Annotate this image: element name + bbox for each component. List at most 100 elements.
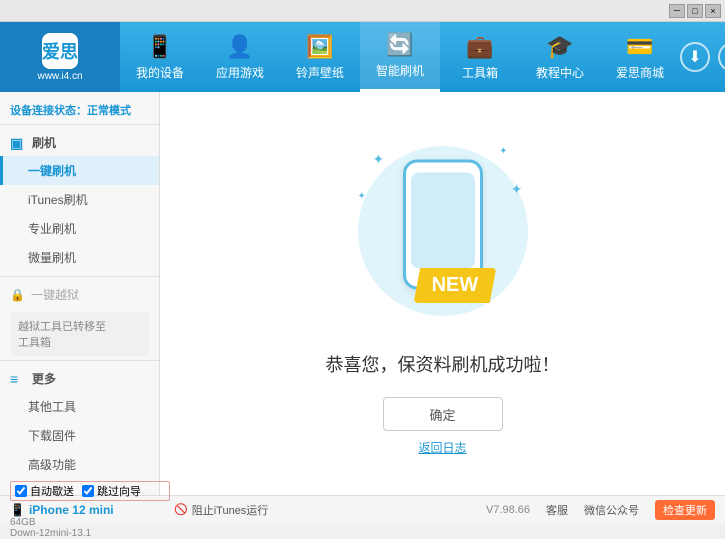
star-2: ✦ xyxy=(499,146,507,157)
nav-item-my-device[interactable]: 📱 我的设备 xyxy=(120,22,200,92)
bottom-bar: 自动歇送 跳过向导 📱 iPhone 12 mini 64GB Down-12m… xyxy=(0,495,725,523)
new-badge: NEW xyxy=(414,268,497,303)
download-firmware-label: 下载固件 xyxy=(28,429,76,443)
tutorial-icon: 🎓 xyxy=(546,34,573,60)
nav-item-label-shop: 爱思商城 xyxy=(616,64,664,81)
status-value: 正常模式 xyxy=(87,105,131,117)
sidebar-section-flash: ▣ 刷机 xyxy=(0,129,159,156)
version-text: V7.98.66 xyxy=(486,504,530,516)
back-link[interactable]: 返回日志 xyxy=(418,439,466,456)
sidebar-divider-1 xyxy=(0,276,159,277)
skip-wizard-input[interactable] xyxy=(82,485,94,497)
nav-item-label-ringtone: 铃声壁纸 xyxy=(296,64,344,81)
logo-icon: 爱思 xyxy=(42,33,78,69)
star-4: ✦ xyxy=(511,181,523,198)
check-update-btn[interactable]: 检查更新 xyxy=(655,500,715,520)
other-tools-label: 其他工具 xyxy=(28,400,76,414)
flash-section-label: 刷机 xyxy=(32,134,56,151)
notice-text: 越狱工具已转移至工具箱 xyxy=(18,321,106,349)
status-label: 设备连接状态： xyxy=(10,105,87,117)
download-btn[interactable]: ⬇ xyxy=(680,42,710,72)
itunes-stop-icon: 🚫 xyxy=(174,503,188,516)
phone-screen xyxy=(411,173,475,269)
nav-item-apps-games[interactable]: 👤 应用游戏 xyxy=(200,22,280,92)
title-bar-controls[interactable]: － □ × xyxy=(669,4,721,18)
checkboxes-container: 自动歇送 跳过向导 xyxy=(10,481,170,501)
nav-item-label-my-device: 我的设备 xyxy=(136,64,184,81)
sidebar-item-itunes-flash[interactable]: iTunes刷机 xyxy=(0,185,159,214)
bottom-right: V7.98.66 客服 微信公众号 检查更新 xyxy=(486,500,715,520)
my-device-icon: 📱 xyxy=(146,34,173,60)
ringtone-icon: 🖼️ xyxy=(306,34,333,60)
minimize-btn[interactable]: － xyxy=(669,4,685,18)
star-3: ✦ xyxy=(358,191,366,202)
device-info: 📱 iPhone 12 mini 64GB Down-12mini-13.1 xyxy=(10,503,170,539)
sidebar: 设备连接状态：正常模式 ▣ 刷机 一键刷机 iTunes刷机 专业刷机 微量刷机… xyxy=(0,92,160,495)
sidebar-item-advanced[interactable]: 高级功能 xyxy=(0,450,159,479)
nav-item-label-toolbox: 工具箱 xyxy=(462,64,498,81)
sidebar-item-other-tools[interactable]: 其他工具 xyxy=(0,392,159,421)
nav-item-smart-shop[interactable]: 🔄 智能刷机 xyxy=(360,22,440,92)
smart-shop-icon: 🔄 xyxy=(386,32,413,58)
flash-section-icon: ▣ xyxy=(10,135,26,151)
shop-icon: 💳 xyxy=(626,34,653,60)
lock-icon: 🔒 xyxy=(10,288,25,302)
bottom-left-section: 自动歇送 跳过向导 📱 iPhone 12 mini 64GB Down-12m… xyxy=(10,481,170,539)
title-bar: － □ × xyxy=(0,0,725,22)
nav-items: 📱 我的设备 👤 应用游戏 🖼️ 铃声壁纸 🔄 智能刷机 💼 工具箱 🎓 教程中… xyxy=(120,22,680,92)
success-illustration: ✦ ✦ ✦ ✦ NEW xyxy=(343,131,543,331)
success-title: 恭喜您，保资料刷机成功啦！ xyxy=(326,351,560,377)
itunes-notice-text: 阻止iTunes运行 xyxy=(192,502,269,518)
confirm-button[interactable]: 确定 xyxy=(383,397,503,431)
customer-service-link[interactable]: 客服 xyxy=(546,502,568,518)
nav-item-toolbox[interactable]: 💼 工具箱 xyxy=(440,22,520,92)
device-name: 📱 iPhone 12 mini xyxy=(10,503,170,517)
pro-flash-label: 专业刷机 xyxy=(28,222,76,236)
sidebar-notice-jailbreak: 越狱工具已转移至工具箱 xyxy=(10,312,149,356)
auto-close-checkbox[interactable]: 自动歇送 xyxy=(15,483,74,499)
device-firmware: Down-12mini-13.1 xyxy=(10,528,170,539)
device-name-text: iPhone 12 mini xyxy=(29,503,114,517)
advanced-label: 高级功能 xyxy=(28,458,76,472)
nav-item-label-tutorial: 教程中心 xyxy=(536,64,584,81)
sidebar-item-micro-flash[interactable]: 微量刷机 xyxy=(0,243,159,272)
logo-area: 爱思 www.i4.cn xyxy=(0,22,120,92)
user-btn[interactable]: 👤 xyxy=(718,42,725,72)
sidebar-section-more: ≡ 更多 xyxy=(0,365,159,392)
micro-flash-label: 微量刷机 xyxy=(28,251,76,265)
auto-close-input[interactable] xyxy=(15,485,27,497)
locked-label: 一键越狱 xyxy=(31,286,79,303)
device-icon: 📱 xyxy=(10,503,25,517)
main-content: ✦ ✦ ✦ ✦ NEW 恭喜您，保资料刷机成功啦！ 确定 返回日志 xyxy=(160,92,725,495)
nav-item-label-apps-games: 应用游戏 xyxy=(216,64,264,81)
apps-games-icon: 👤 xyxy=(226,34,253,60)
wechat-link[interactable]: 微信公众号 xyxy=(584,502,639,518)
skip-wizard-label: 跳过向导 xyxy=(97,483,141,499)
sidebar-item-pro-flash[interactable]: 专业刷机 xyxy=(0,214,159,243)
nav-item-label-smart-shop: 智能刷机 xyxy=(376,62,424,79)
main-area: 设备连接状态：正常模式 ▣ 刷机 一键刷机 iTunes刷机 专业刷机 微量刷机… xyxy=(0,92,725,495)
sidebar-divider-2 xyxy=(0,360,159,361)
more-section-label: 更多 xyxy=(32,370,56,387)
sidebar-item-download-firmware[interactable]: 下载固件 xyxy=(0,421,159,450)
more-section-icon: ≡ xyxy=(10,371,26,387)
star-1: ✦ xyxy=(373,151,385,168)
itunes-notice: 🚫 阻止iTunes运行 xyxy=(174,502,268,518)
itunes-flash-label: iTunes刷机 xyxy=(28,193,88,207)
nav-item-shop[interactable]: 💳 爱思商城 xyxy=(600,22,680,92)
sidebar-status: 设备连接状态：正常模式 xyxy=(0,96,159,125)
nav-item-tutorial[interactable]: 🎓 教程中心 xyxy=(520,22,600,92)
top-nav: 爱思 www.i4.cn 📱 我的设备 👤 应用游戏 🖼️ 铃声壁纸 🔄 智能刷… xyxy=(0,22,725,92)
one-click-flash-label: 一键刷机 xyxy=(28,164,76,178)
toolbox-icon: 💼 xyxy=(466,34,493,60)
nav-item-ringtone[interactable]: 🖼️ 铃声壁纸 xyxy=(280,22,360,92)
maximize-btn[interactable]: □ xyxy=(687,4,703,18)
auto-close-label: 自动歇送 xyxy=(30,483,74,499)
sidebar-item-one-click-flash[interactable]: 一键刷机 xyxy=(0,156,159,185)
sidebar-locked-jailbreak: 🔒 一键越狱 xyxy=(0,281,159,308)
close-btn[interactable]: × xyxy=(705,4,721,18)
device-storage: 64GB xyxy=(10,517,170,528)
nav-right-buttons: ⬇ 👤 xyxy=(680,42,725,72)
skip-wizard-checkbox[interactable]: 跳过向导 xyxy=(82,483,141,499)
logo-text: www.i4.cn xyxy=(37,71,82,82)
